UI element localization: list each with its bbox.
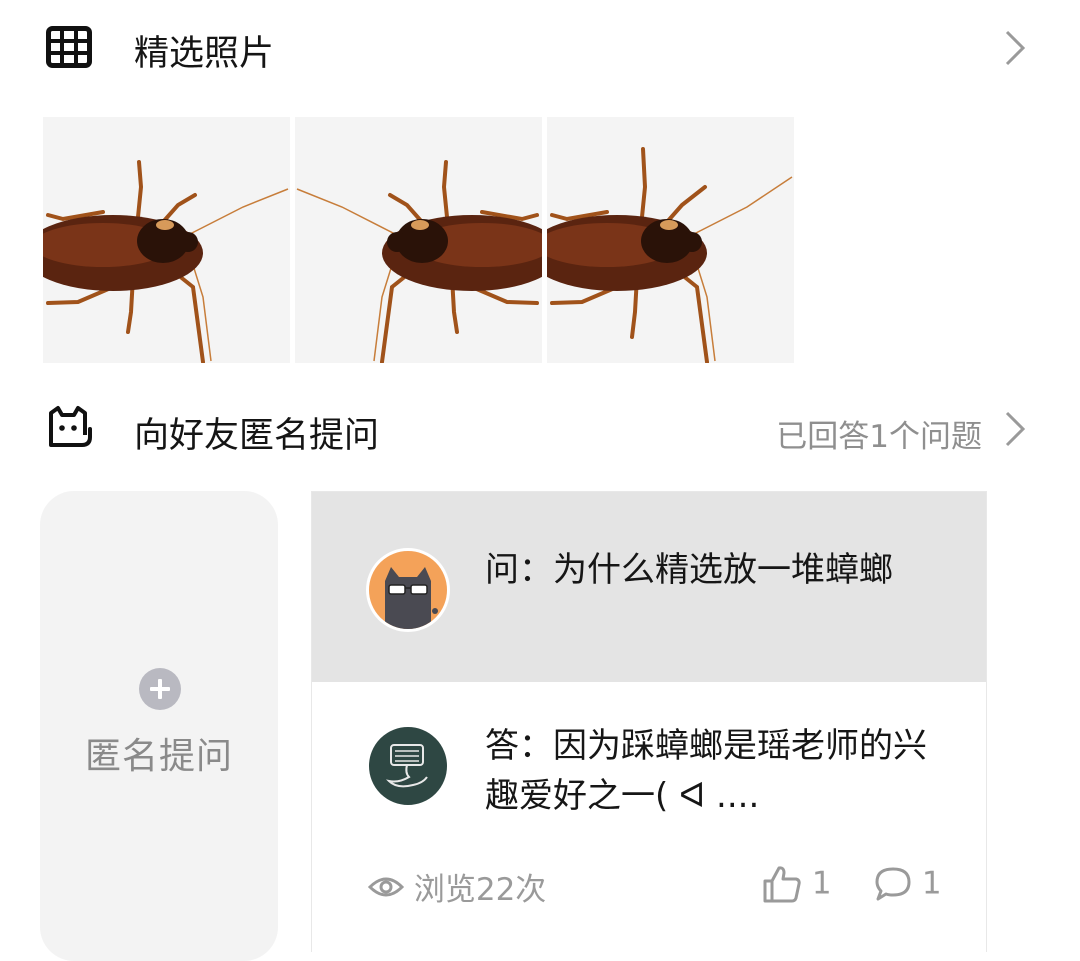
ask-anonymous-label: 匿名提问 [84,736,233,777]
featured-photos-strip [43,117,797,363]
comment-button[interactable]: 1 [874,864,942,910]
answer-text: 答：因为踩蟑螂是瑶老师的兴趣爱好之一( ᐊ .... [485,726,927,816]
answerer-avatar [366,724,450,808]
comment-count: 1 [921,865,942,902]
anonymous-question-header[interactable]: 向好友匿名提问 已回答1个问题 [0,383,1080,473]
comment-icon [875,867,911,900]
question-section: 问：为什么精选放一堆蟑螂 [312,492,986,682]
question-text: 问：为什么精选放一堆蟑螂 [485,550,893,590]
grid-icon [46,26,92,68]
featured-photo-3[interactable] [547,117,794,363]
chevron-right-icon[interactable] [1004,30,1026,66]
thumbs-up-icon [763,865,801,902]
answered-count-link[interactable]: 已回答1个问题 [776,411,982,456]
chevron-right-icon[interactable] [1004,411,1026,447]
like-button[interactable]: 1 [762,864,832,910]
cat-face-icon [49,406,92,447]
anonymous-question-title: 向好友匿名提问 [134,416,380,456]
cockroach-image [296,160,542,363]
cockroach-image [547,147,793,363]
view-count: 浏览22次 [367,864,547,910]
ask-anonymous-card[interactable]: 匿名提问 [40,491,278,961]
eye-icon [367,877,405,896]
featured-photos-title: 精选照片 [134,34,275,74]
view-count-label: 浏览22次 [413,872,547,908]
featured-photo-2[interactable] [295,117,542,363]
like-count: 1 [811,865,832,902]
plus-icon [139,668,181,710]
qa-card[interactable]: 问：为什么精选放一堆蟑螂 答：因为踩蟑螂是瑶老师的兴趣爱好之一( ᐊ .... … [311,491,987,952]
featured-photo-1[interactable] [43,117,290,363]
cockroach-image [43,160,289,363]
asker-avatar [366,548,450,632]
featured-photos-header[interactable]: 精选照片 [0,0,1080,90]
